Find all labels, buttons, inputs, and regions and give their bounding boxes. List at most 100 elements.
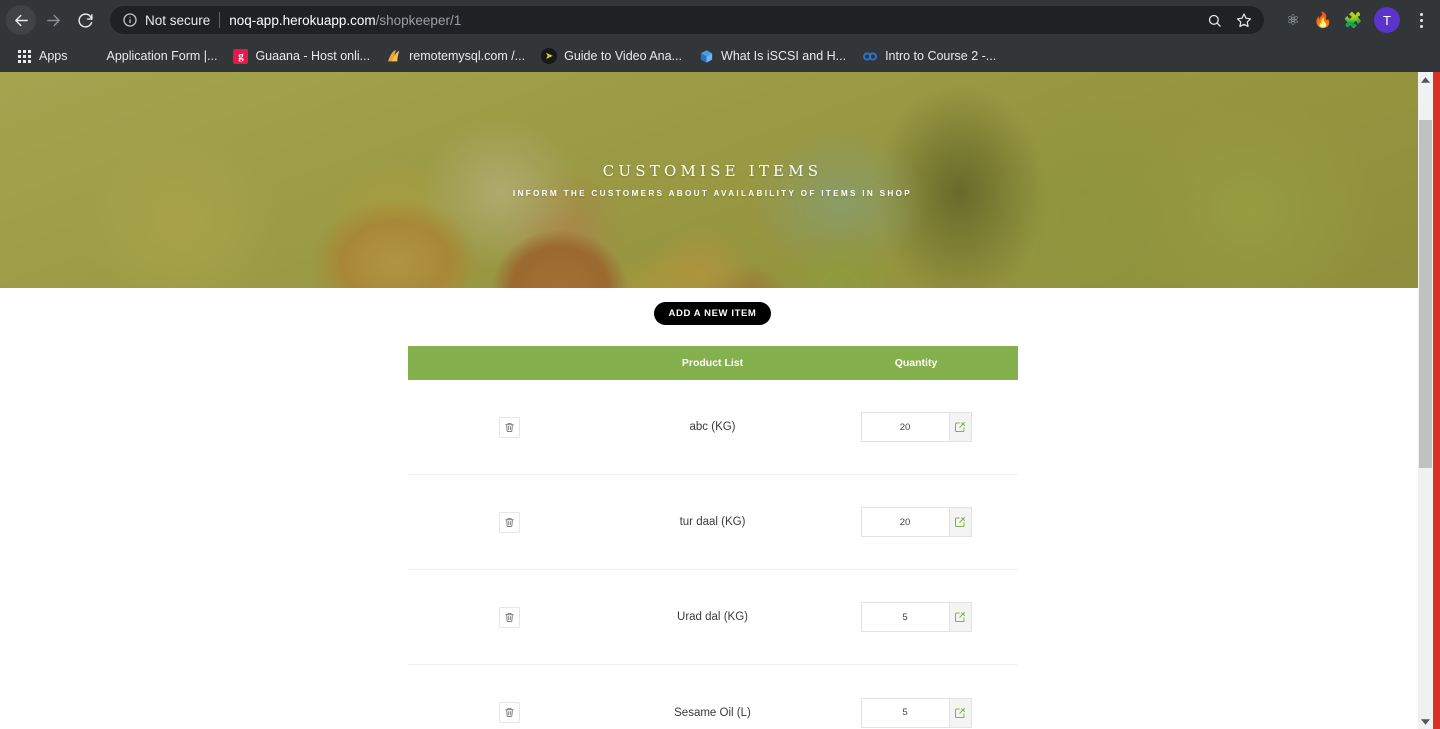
bookmarks-bar: Apps Application Form |... g Guaana - Ho… [0,40,1440,72]
guaana-g-icon: g [233,48,249,64]
quantity-input[interactable] [860,602,949,633]
scroll-down-button[interactable] [1418,714,1433,729]
page-title: CUSTOMISE ITEMS [602,162,823,180]
product-name: tur daal [679,516,718,529]
page-viewport: CUSTOMISE ITEMS INFORM THE CUSTOMERS ABO… [0,72,1440,729]
quantity-input[interactable] [860,697,949,728]
add-item-row: ADD A NEW ITEM [0,302,1425,326]
delete-item-button[interactable] [498,416,520,438]
table-row: Urad dal (KG) [407,570,1018,666]
table-row: Sesame Oil (L) [408,665,1018,729]
trash-icon [504,422,515,433]
apps-grid-icon [16,48,32,64]
puzzle-extensions-icon[interactable]: 🧩 [1340,7,1366,33]
product-name-cell: tur daal (KG) [593,516,833,528]
table-header-row: Product List Quantity [407,346,1018,381]
hero-text-block: CUSTOMISE ITEMS INFORM THE CUSTOMERS ABO… [0,72,1425,288]
security-status-label: Not secure [145,12,211,28]
header-quantity: Quantity [894,357,938,370]
quantity-group [860,507,972,538]
back-button[interactable] [6,5,36,35]
edit-item-button[interactable] [948,412,972,443]
product-name: abc [689,421,709,434]
url-path: /shopkeeper/1 [375,12,462,28]
scrollbar-thumb[interactable] [1419,120,1432,468]
header-product-list: Product List [681,357,744,370]
delete-cell [408,606,593,628]
trash-icon [504,707,515,718]
trash-icon [504,612,515,623]
page-subtitle: INFORM THE CUSTOMERS ABOUT AVAILABILITY … [512,189,913,198]
edit-item-button[interactable] [948,507,972,538]
bookmark-label: Application Form |... [106,49,218,63]
product-name: Urad dal [677,611,721,624]
bookmark-label: remotemysql.com /... [409,49,526,63]
microsoft-icon [84,48,100,64]
window-right-edge [1433,72,1440,729]
bookmark-apps[interactable]: Apps [8,44,76,68]
page-scrollbar[interactable] [1418,72,1433,729]
trash-icon [504,517,515,528]
edit-item-button[interactable] [948,697,972,728]
quantity-cell [833,507,1018,538]
product-unit: (L) [736,706,751,719]
bookmark-guaana[interactable]: g Guaana - Host onli... [225,45,378,68]
omnibox-divider [219,12,221,28]
remotemysql-icon [386,48,402,64]
arrow-left-icon [13,12,30,29]
url-text: noq-app.herokuapp.com/shopkeeper/1 [229,13,1194,28]
edit-square-icon [954,421,966,433]
delete-item-button[interactable] [498,511,520,533]
bookmark-iscsi[interactable]: What Is iSCSI and H... [690,44,854,68]
delete-cell [408,511,593,533]
reload-icon [77,12,94,29]
quantity-cell [833,602,1018,633]
bookmark-video-analytics[interactable]: ➤ Guide to Video Ana... [533,44,690,68]
scroll-up-button[interactable] [1418,72,1433,87]
bookmark-label: What Is iSCSI and H... [721,49,847,63]
coursera-icon [862,48,878,64]
edit-square-icon [954,611,966,623]
bookmark-label: Apps [39,49,68,63]
extensions-area: ⚛ 🔥 🧩 T [1272,6,1434,34]
edit-square-icon [954,707,966,719]
url-host: noq-app.herokuapp.com [229,12,376,28]
bookmark-application-form[interactable]: Application Form |... [76,44,226,68]
star-icon[interactable] [1230,6,1258,34]
caret-down-icon [1421,718,1430,725]
product-unit: (KG) [723,611,748,624]
info-circle-icon[interactable] [122,12,138,28]
bookmark-label: Guide to Video Ana... [564,49,683,63]
bookmark-remotemysql[interactable]: remotemysql.com /... [378,44,533,68]
flame-extension-icon[interactable]: 🔥 [1310,7,1336,33]
product-name-cell: abc (KG) [593,421,833,433]
product-unit: (KG) [711,421,736,434]
web-page: CUSTOMISE ITEMS INFORM THE CUSTOMERS ABO… [0,72,1425,729]
product-name: Sesame Oil [674,706,734,719]
quantity-cell [833,697,1018,728]
hero-banner: CUSTOMISE ITEMS INFORM THE CUSTOMERS ABO… [0,72,1425,288]
reload-button[interactable] [70,5,100,35]
avatar[interactable]: T [1374,7,1400,33]
edit-square-icon [954,516,966,528]
iscsi-cube-icon [698,48,714,64]
delete-item-button[interactable] [498,702,520,724]
search-icon[interactable] [1200,6,1228,34]
add-new-item-button[interactable]: ADD A NEW ITEM [653,302,772,326]
quantity-input[interactable] [860,412,949,443]
address-bar[interactable]: Not secure noq-app.herokuapp.com/shopkee… [110,6,1264,34]
quantity-input[interactable] [860,507,949,538]
three-dots-menu-icon[interactable] [1408,6,1434,34]
bookmark-label: Intro to Course 2 -... [885,49,997,63]
quantity-group [860,602,972,633]
omnibox-actions [1200,6,1258,34]
react-devtools-icon[interactable]: ⚛ [1280,7,1306,33]
caret-up-icon [1421,76,1430,83]
delete-item-button[interactable] [498,606,520,628]
table-row: abc (KG) [407,380,1018,476]
forward-button[interactable] [38,5,68,35]
bookmark-label: Guaana - Host onli... [255,49,371,63]
video-analytics-icon: ➤ [541,48,558,64]
bookmark-coursera[interactable]: Intro to Course 2 -... [854,44,1004,68]
edit-item-button[interactable] [948,602,972,633]
